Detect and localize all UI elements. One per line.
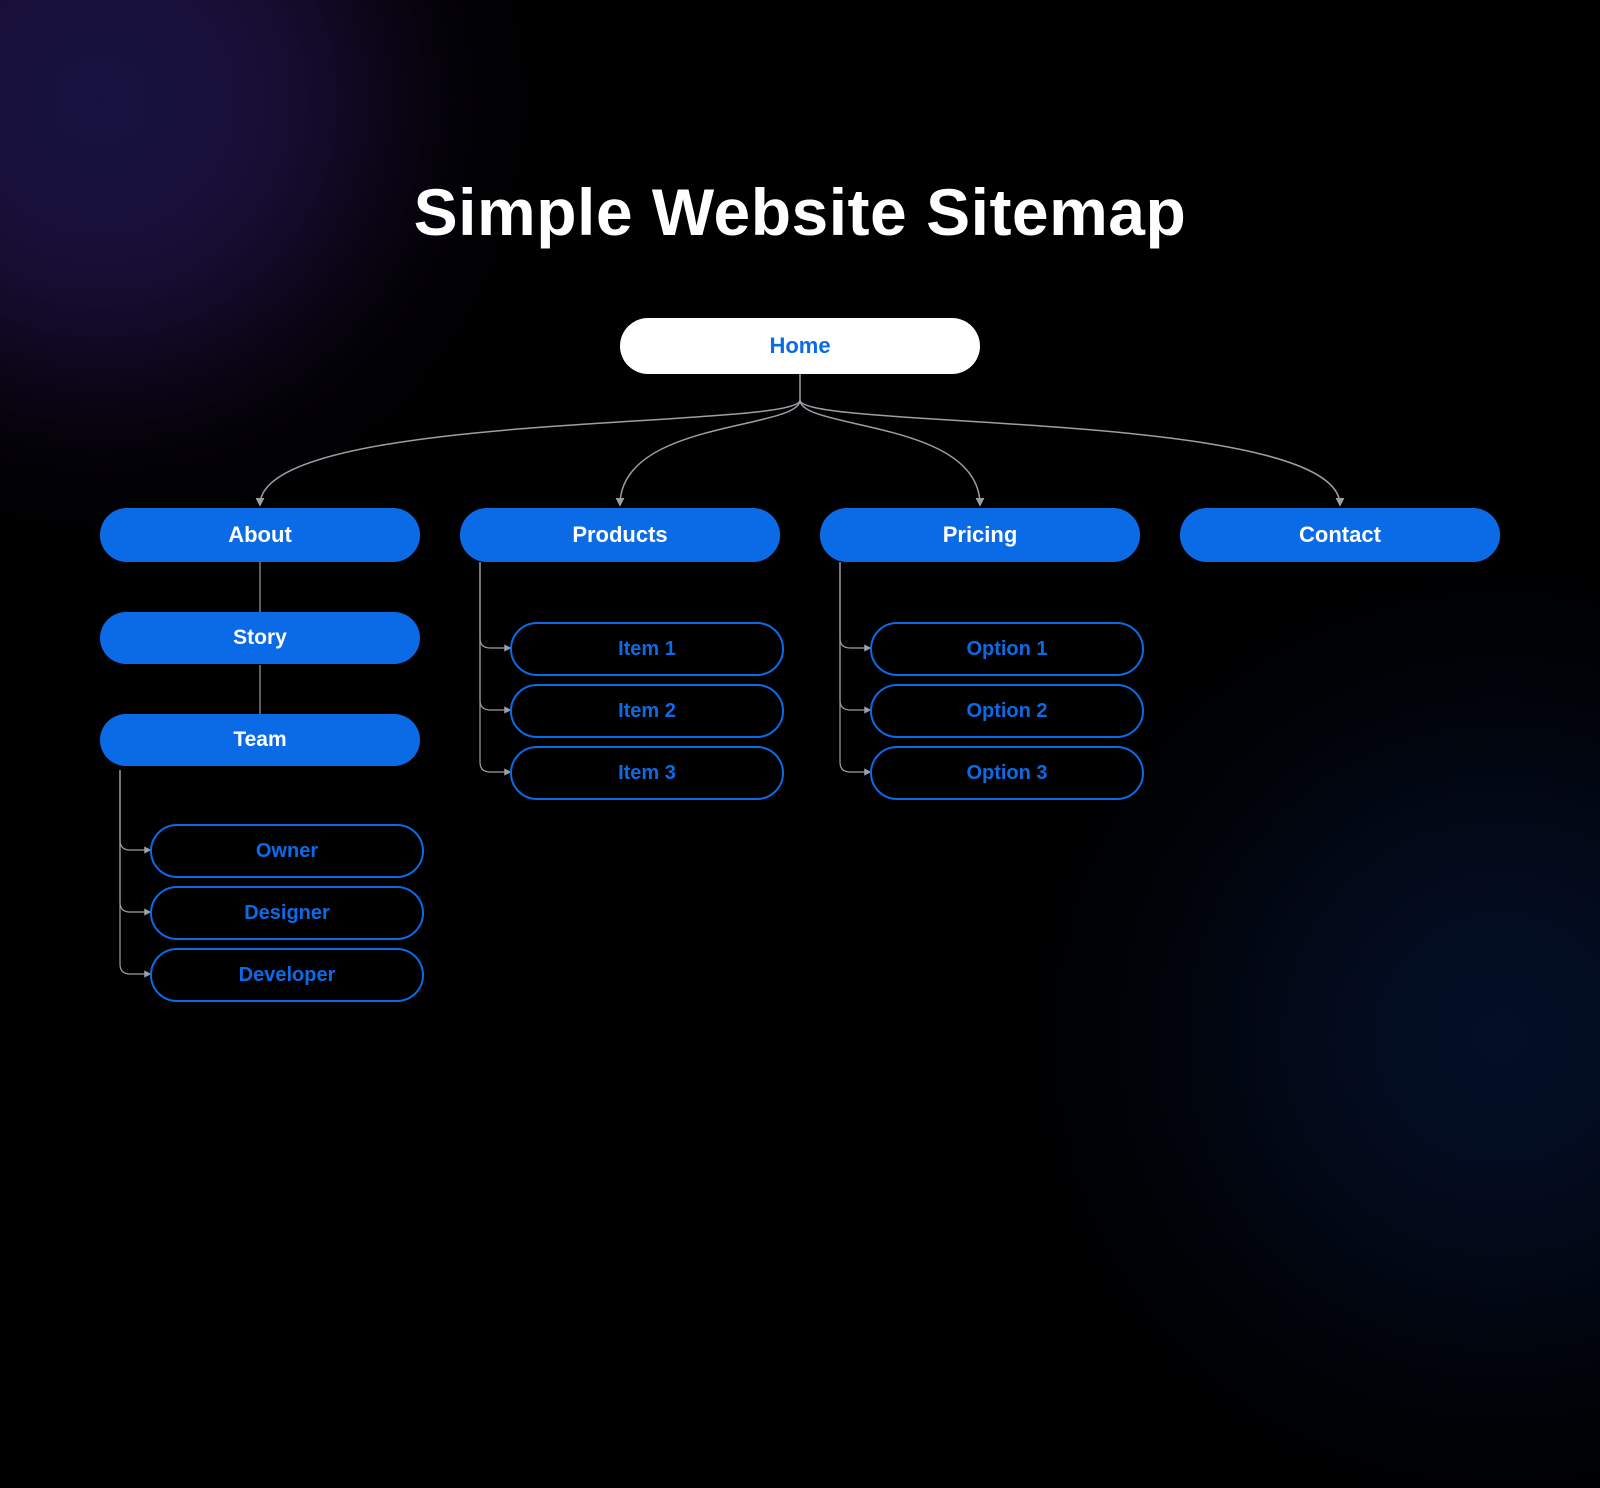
node-story: Story	[100, 612, 420, 664]
node-pricing: Pricing	[820, 508, 1140, 562]
node-developer: Developer	[150, 948, 424, 1002]
node-item-2: Item 2	[510, 684, 784, 738]
node-designer: Designer	[150, 886, 424, 940]
node-owner: Owner	[150, 824, 424, 878]
page-title: Simple Website Sitemap	[0, 174, 1600, 250]
node-about: About	[100, 508, 420, 562]
node-item-1: Item 1	[510, 622, 784, 676]
node-option-3: Option 3	[870, 746, 1144, 800]
node-home: Home	[620, 318, 980, 374]
node-contact: Contact	[1180, 508, 1500, 562]
node-option-2: Option 2	[870, 684, 1144, 738]
node-team: Team	[100, 714, 420, 766]
node-item-3: Item 3	[510, 746, 784, 800]
node-products: Products	[460, 508, 780, 562]
node-option-1: Option 1	[870, 622, 1144, 676]
